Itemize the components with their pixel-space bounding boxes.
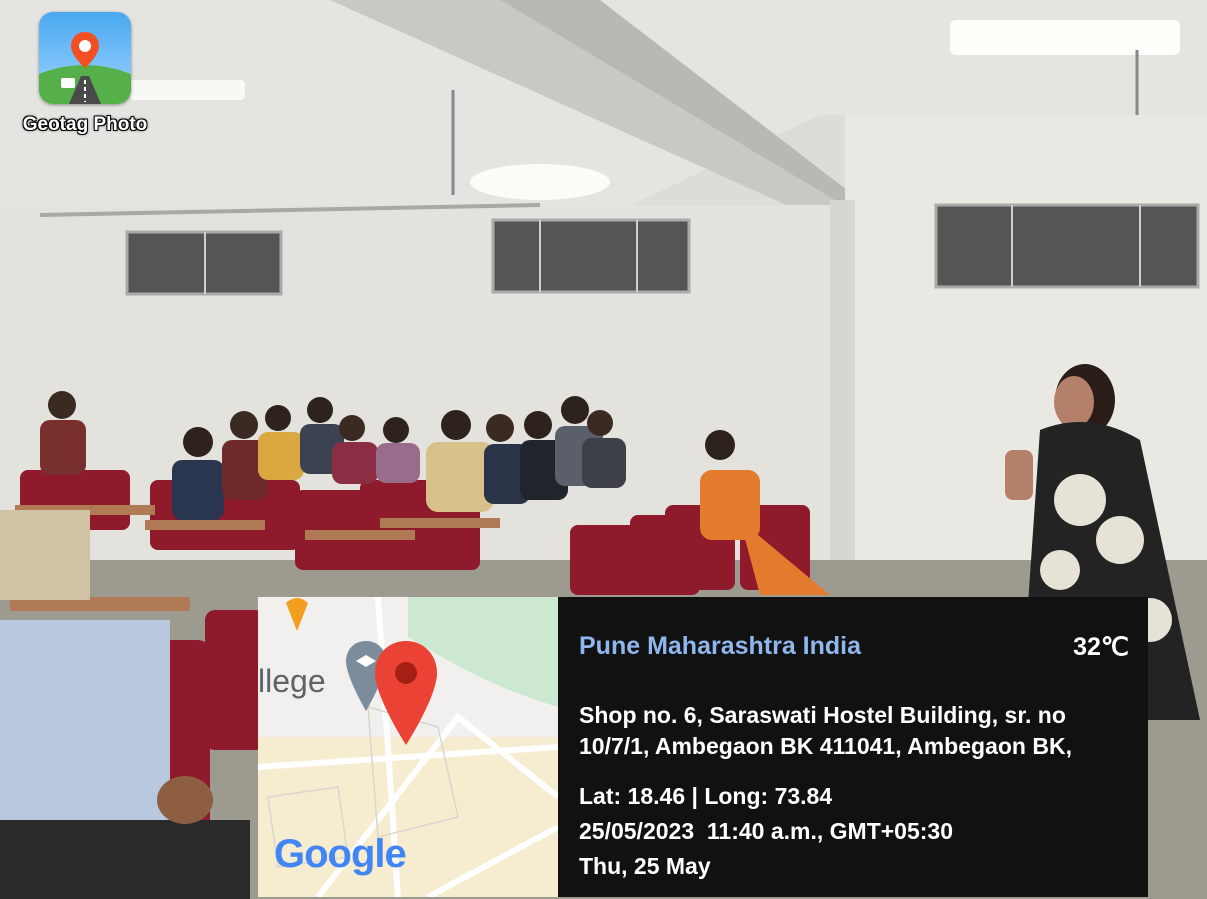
map-place-label: llege [258,663,326,699]
google-attribution: Google [274,832,407,876]
geotag-photo-label: Geotag Photo [22,114,148,135]
google-logo: Google [274,832,407,877]
coordinates: Lat: 18.46 | Long: 73.84 [579,783,833,809]
address-line-1: Shop no. 6, Saraswati Hostel Building, s… [579,702,1066,728]
address-line-2: 10/7/1, Ambegaon BK 411041, Ambegaon BK, [579,733,1072,759]
geotag-app-badge: Geotag Photo [10,12,160,136]
temperature: 32℃ [1073,633,1129,661]
date-time: 25/05/2023 11:40 a.m., GMT+05:30 [579,818,953,844]
map-thumbnail[interactable]: llege Google [258,597,558,897]
day-label: Thu, 25 May [579,853,711,879]
geotag-info-panel: Pune Maharashtra India 32℃ Shop no. 6, S… [558,597,1148,897]
location-title: Pune Maharashtra India [579,632,862,660]
geotag-photo-app-icon [39,12,131,104]
geotag-photo: Geotag Photo llege Google Pune Maharasht… [0,0,1207,899]
poi-pin-icon [286,598,308,631]
map-pin-icon [375,641,437,745]
